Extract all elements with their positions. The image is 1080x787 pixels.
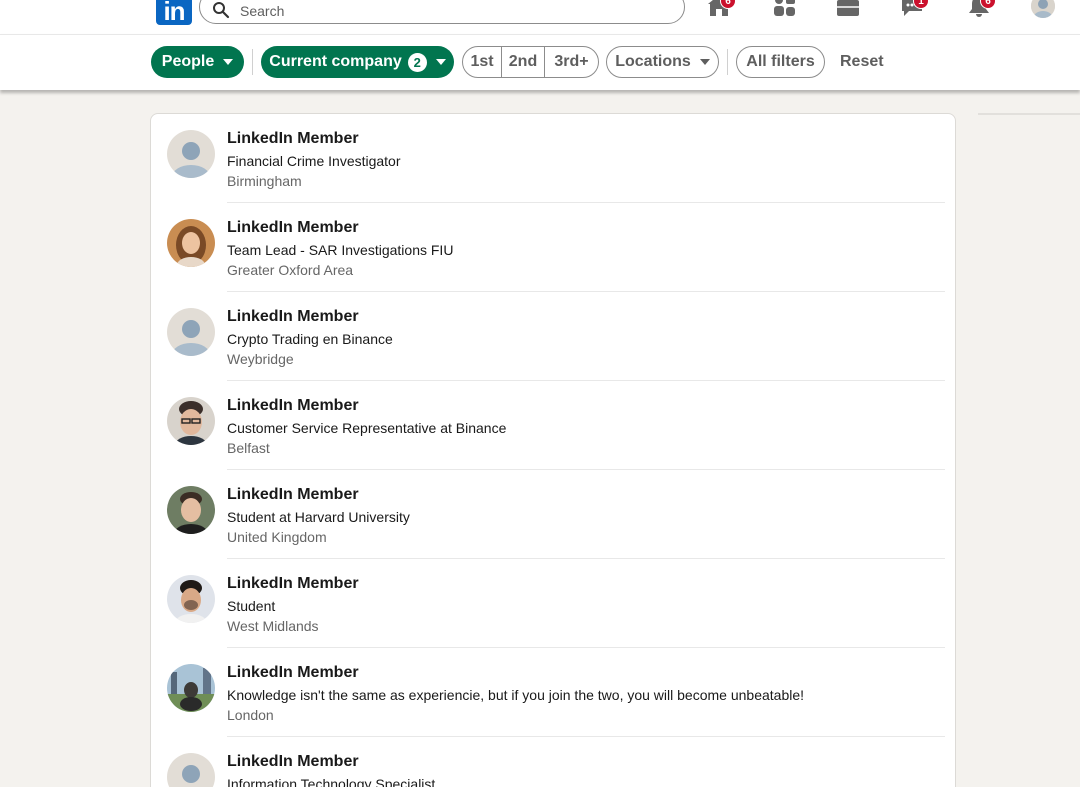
member-name-link[interactable]: LinkedIn Member — [227, 664, 359, 682]
member-name-link[interactable]: LinkedIn Member — [227, 397, 359, 415]
member-name-link[interactable]: LinkedIn Member — [227, 753, 359, 771]
result-row[interactable]: LinkedIn Member Financial Crime Investig… — [151, 114, 957, 203]
member-location: West Midlands — [227, 618, 319, 634]
member-headline: Student — [227, 598, 276, 614]
degree-2nd-button[interactable]: 2nd — [501, 47, 544, 77]
member-avatar[interactable] — [167, 664, 215, 712]
member-location: United Kingdom — [227, 529, 327, 545]
member-headline: Knowledge isn't the same as experiencie,… — [227, 687, 805, 703]
default-avatar-icon — [167, 753, 215, 787]
my-network-icon[interactable] — [771, 0, 797, 18]
member-location: Weybridge — [227, 351, 294, 367]
degree-3rd-button[interactable]: 3rd+ — [544, 47, 598, 77]
result-row[interactable]: LinkedIn Member Information Technology S… — [151, 737, 957, 787]
all-filters-button[interactable]: All filters — [736, 46, 825, 78]
member-location: Birmingham — [227, 173, 302, 189]
result-row[interactable]: LinkedIn Member Customer Service Represe… — [151, 381, 957, 470]
filter-divider — [727, 49, 728, 75]
member-photo-icon — [167, 219, 215, 267]
member-name-link[interactable]: LinkedIn Member — [227, 575, 359, 593]
default-avatar-icon — [167, 308, 215, 356]
result-row[interactable]: LinkedIn Member Student West Midlands — [151, 559, 957, 648]
member-headline: Financial Crime Investigator — [227, 153, 401, 169]
current-company-filter-label: Current company — [269, 53, 402, 70]
global-nav: in 6 1 6 — [0, 0, 1080, 34]
result-row[interactable]: LinkedIn Member Knowledge isn't the same… — [151, 648, 957, 737]
member-name-link[interactable]: LinkedIn Member — [227, 130, 359, 148]
locations-filter-label: Locations — [615, 53, 691, 70]
linkedin-logo-icon[interactable]: in — [156, 0, 192, 26]
search-filter-bar: People Current company 2 1st 2nd 3rd+ Lo… — [0, 34, 1080, 90]
member-headline: Customer Service Representative at Binan… — [227, 420, 507, 436]
member-name-link[interactable]: LinkedIn Member — [227, 219, 359, 237]
connection-degree-filter: 1st 2nd 3rd+ — [462, 46, 599, 78]
member-avatar[interactable] — [167, 308, 215, 356]
caret-down-icon — [699, 59, 710, 65]
member-avatar[interactable] — [167, 753, 215, 787]
member-photo-icon — [167, 397, 215, 445]
people-filter-button[interactable]: People — [151, 46, 244, 78]
member-photo-icon — [167, 664, 215, 712]
filter-count-badge: 2 — [407, 52, 427, 72]
search-icon — [213, 2, 230, 19]
search-box[interactable] — [199, 0, 685, 24]
member-headline: Student at Harvard University — [227, 509, 410, 525]
member-photo-icon — [167, 575, 215, 623]
member-location: Greater Oxford Area — [227, 262, 354, 278]
profile-avatar-icon — [1031, 0, 1055, 18]
member-location: London — [227, 707, 274, 723]
member-headline: Information Technology Specialist — [227, 776, 436, 787]
default-avatar-icon — [167, 130, 215, 178]
member-name-link[interactable]: LinkedIn Member — [227, 308, 359, 326]
locations-filter-button[interactable]: Locations — [606, 46, 719, 78]
search-input[interactable] — [240, 3, 640, 19]
caret-down-icon — [435, 59, 446, 65]
current-company-filter-button[interactable]: Current company 2 — [261, 46, 454, 78]
member-photo-icon — [167, 486, 215, 534]
search-results-card: LinkedIn Member Financial Crime Investig… — [150, 113, 956, 787]
people-filter-label: People — [161, 53, 215, 70]
result-row[interactable]: LinkedIn Member Student at Harvard Unive… — [151, 470, 957, 559]
result-row[interactable]: LinkedIn Member Team Lead - SAR Investig… — [151, 203, 957, 292]
jobs-icon[interactable] — [835, 0, 861, 18]
right-rail-edge — [978, 113, 1080, 115]
member-name-link[interactable]: LinkedIn Member — [227, 486, 359, 504]
member-avatar[interactable] — [167, 575, 215, 623]
member-avatar[interactable] — [167, 397, 215, 445]
member-avatar[interactable] — [167, 130, 215, 178]
member-avatar[interactable] — [167, 219, 215, 267]
result-row[interactable]: LinkedIn Member Crypto Trading en Binanc… — [151, 292, 957, 381]
reset-filters-button[interactable]: Reset — [840, 53, 884, 71]
member-avatar[interactable] — [167, 486, 215, 534]
member-headline: Team Lead - SAR Investigations FIU — [227, 242, 454, 258]
filter-divider — [252, 49, 253, 75]
me-avatar[interactable] — [1031, 0, 1055, 18]
member-location: Belfast — [227, 440, 270, 456]
degree-1st-button[interactable]: 1st — [463, 47, 501, 77]
member-headline: Crypto Trading en Binance — [227, 331, 393, 347]
caret-down-icon — [223, 59, 234, 65]
